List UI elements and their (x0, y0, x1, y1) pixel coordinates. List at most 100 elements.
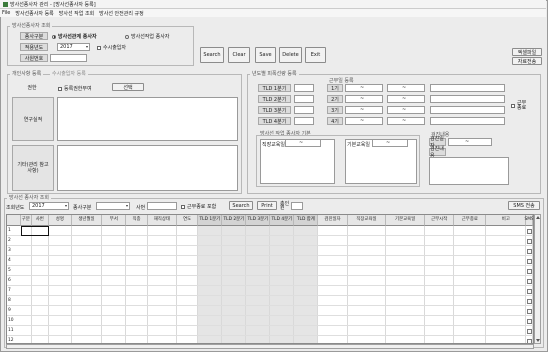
table-row[interactable] (7, 285, 533, 286)
column-header[interactable]: TLD 3분기 (246, 215, 271, 226)
column-header[interactable]: TLD 합계 (294, 215, 319, 226)
tld-q4-input[interactable] (294, 117, 314, 125)
employee-id-input[interactable] (50, 54, 87, 62)
period-2-note[interactable] (430, 95, 505, 103)
column-header[interactable]: 부서 (102, 215, 127, 226)
list-print-button[interactable]: Print (257, 201, 277, 210)
tld-q2-input[interactable] (294, 95, 314, 103)
job-edu-date[interactable]: ~ (285, 139, 321, 147)
column-header[interactable]: 검진일자 (318, 215, 348, 226)
selected-cell[interactable] (21, 226, 49, 236)
sms-row-checkbox[interactable] (527, 288, 533, 294)
period-4-end[interactable]: ~ (387, 117, 425, 125)
menu-file[interactable]: File (2, 10, 10, 16)
career-textarea[interactable] (57, 97, 238, 141)
excel-file-button[interactable]: 엑셀파일 (512, 48, 542, 56)
menu-safety-rules[interactable]: 방사선 안전관리 규정 (99, 10, 144, 17)
table-vscrollbar[interactable] (534, 214, 541, 344)
sms-row-checkbox[interactable] (527, 268, 533, 274)
scroll-up-arrow[interactable] (536, 216, 540, 219)
menu-work-lookup[interactable]: 방사선 작업 조회 (59, 10, 94, 17)
radio-worker[interactable] (52, 34, 56, 39)
period-2-end[interactable]: ~ (387, 95, 425, 103)
data-transfer-button[interactable]: 자료전송 (512, 57, 542, 65)
delete-button[interactable]: Delete (279, 47, 302, 63)
column-header[interactable]: 재직상태 (147, 215, 177, 226)
column-header[interactable]: 구분 (21, 215, 32, 226)
occasional-check-option[interactable]: 수시출입자 (97, 44, 126, 51)
sms-row-checkbox[interactable] (527, 298, 533, 304)
column-header[interactable]: 기본교육일 (386, 215, 425, 226)
tld-q1-input[interactable] (294, 84, 314, 92)
menu-worker-register[interactable]: 방사선종사자 등록 (15, 10, 53, 17)
table-row[interactable] (7, 325, 533, 326)
period-3-start[interactable]: ~ (345, 106, 383, 114)
column-header[interactable]: 사번 (31, 215, 49, 226)
rank-check-option[interactable]: 등록권한부여 (58, 85, 92, 92)
health-content-textarea[interactable] (429, 157, 509, 185)
exit-button[interactable]: Exit (305, 47, 326, 63)
work-end-check-option[interactable]: 근무종료 (511, 101, 527, 111)
period-4-start[interactable]: ~ (345, 117, 383, 125)
column-header[interactable]: 연도 (177, 215, 199, 226)
radio-occasional[interactable] (125, 34, 129, 39)
table-row[interactable] (7, 315, 533, 316)
column-header[interactable]: 직종 (126, 215, 148, 226)
table-row[interactable] (7, 255, 533, 256)
column-header[interactable]: TLD 2분기 (222, 215, 247, 226)
sms-row-checkbox[interactable] (527, 318, 533, 324)
list-retired-checkbox[interactable] (181, 204, 185, 209)
occasional-checkbox[interactable] (97, 45, 101, 50)
table-row[interactable] (7, 305, 533, 306)
save-button[interactable]: Save (255, 47, 276, 63)
table-hscrollbar[interactable] (6, 344, 534, 349)
search-button[interactable]: Search (200, 47, 224, 63)
column-header[interactable]: 생년월일 (71, 215, 103, 226)
list-year-select[interactable]: 2017 (29, 202, 69, 210)
note-textarea[interactable] (57, 145, 238, 191)
tld-q3-input[interactable] (294, 106, 314, 114)
table-row[interactable] (7, 265, 533, 266)
list-name-input[interactable] (147, 202, 177, 210)
period-2-start[interactable]: ~ (345, 95, 383, 103)
column-header[interactable]: SMS (524, 215, 533, 226)
column-header[interactable]: 근무종료 (454, 215, 487, 226)
scroll-down-arrow[interactable] (536, 339, 540, 342)
list-search-button[interactable]: Search (229, 201, 253, 210)
column-header[interactable]: 성명 (49, 215, 72, 226)
sms-row-checkbox[interactable] (527, 338, 533, 343)
sms-button[interactable]: SMS 전송 (508, 201, 540, 210)
period-3-note[interactable] (430, 106, 505, 114)
basic-edu-date[interactable]: ~ (372, 139, 408, 147)
sms-row-checkbox[interactable] (527, 238, 533, 244)
table-row[interactable] (7, 245, 533, 246)
period-4-note[interactable] (430, 117, 505, 125)
rank-checkbox[interactable] (58, 86, 62, 91)
sms-row-checkbox[interactable] (527, 278, 533, 284)
sms-row-checkbox[interactable] (527, 248, 533, 254)
table-row[interactable] (7, 295, 533, 296)
health-date-input[interactable]: ~ (448, 138, 492, 146)
list-retired-check-option[interactable]: 근무종료 포함 (181, 203, 216, 210)
column-header[interactable]: 근무시작 (425, 215, 455, 226)
sms-row-checkbox[interactable] (527, 308, 533, 314)
period-1-note[interactable] (430, 84, 505, 92)
table-row[interactable] (7, 275, 533, 276)
radio-worker-option[interactable]: 방사선관계 종사자 (52, 33, 97, 40)
worker-table[interactable]: 구분 사번 성명 생년월일 부서 직종 재직상태 연도 TLD 1분기 TLD 2분기 TLD 3분… (6, 214, 534, 344)
list-category-select[interactable] (96, 202, 130, 210)
column-header[interactable]: TLD 1분기 (198, 215, 223, 226)
column-header[interactable]: 비고 (486, 215, 527, 226)
column-header[interactable]: TLD 4분기 (270, 215, 295, 226)
period-1-end[interactable]: ~ (387, 84, 425, 92)
column-header[interactable]: 직장교육일 (347, 215, 387, 226)
period-1-start[interactable]: ~ (345, 84, 383, 92)
year-select[interactable]: 2017 (57, 43, 90, 51)
table-row[interactable] (7, 335, 533, 336)
select-button[interactable]: 선택 (112, 83, 144, 91)
clear-button[interactable]: Clear (228, 47, 250, 63)
sms-row-checkbox[interactable] (527, 258, 533, 264)
radio-occasional-option[interactable]: 방사선작업 종사자 (125, 33, 169, 40)
period-3-end[interactable]: ~ (387, 106, 425, 114)
work-end-checkbox[interactable] (511, 104, 515, 108)
